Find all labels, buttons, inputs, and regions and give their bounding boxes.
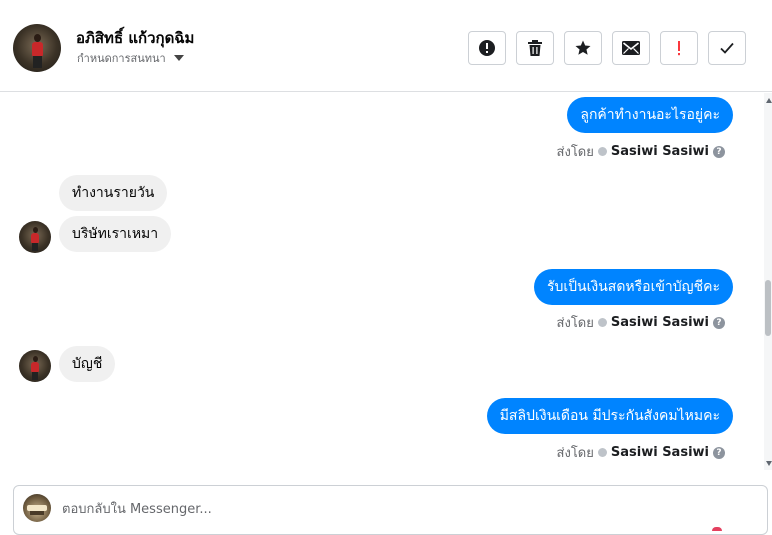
conversation-header: อภิสิทธิ์ แก้วกุดฉิม กำหนดการสนทนา (0, 0, 772, 92)
outgoing-message[interactable]: ลูกค้าทำงานอะไรอยู่คะ (567, 97, 733, 133)
scrollbar-thumb[interactable] (765, 280, 771, 336)
page-avatar (23, 494, 51, 522)
sent-check-icon (597, 318, 607, 327)
contact-avatar[interactable] (13, 24, 61, 72)
incoming-message[interactable]: บัญชี (59, 346, 116, 382)
contact-avatar-small[interactable] (19, 221, 51, 253)
help-icon[interactable]: ? (713, 145, 725, 158)
sender-name[interactable]: Sasiwi Sasiwi (611, 144, 709, 159)
outgoing-message[interactable]: รับเป็นเงินสดหรือเข้าบัญชีคะ (533, 269, 733, 305)
sent-by-info: ส่งโดย Sasiwi Sasiwi ? (557, 141, 725, 162)
mark-unread-button[interactable] (612, 31, 650, 65)
assign-conversation-dropdown[interactable]: กำหนดการสนทนา (77, 49, 184, 67)
sender-name[interactable]: Sasiwi Sasiwi (611, 445, 709, 460)
star-button[interactable] (564, 31, 602, 65)
scroll-down-arrow-icon[interactable] (766, 461, 772, 466)
trash-icon (528, 40, 542, 56)
exclamation-icon (678, 41, 680, 56)
sent-check-icon (597, 147, 607, 156)
help-icon[interactable]: ? (713, 446, 725, 459)
caret-down-icon (173, 55, 184, 61)
sent-check-icon (597, 448, 607, 457)
envelope-icon (622, 41, 640, 55)
outgoing-message[interactable]: มีสลิปเงินเดือน มีประกันสังคมไหมคะ (486, 398, 733, 434)
message-thread: ลูกค้าทำงานอะไรอยู่คะ ส่งโดย Sasiwi Sasi… (0, 93, 764, 470)
checkmark-icon (720, 42, 734, 54)
star-icon (575, 40, 591, 55)
contact-avatar-small[interactable] (19, 350, 51, 382)
sent-by-info: ส่งโดย Sasiwi Sasiwi ? (557, 442, 725, 463)
delete-button[interactable] (516, 31, 554, 65)
reply-composer (13, 485, 768, 535)
incoming-message[interactable]: ทำงานรายวัน (59, 175, 168, 211)
incoming-message[interactable]: บริษัทเราเหมา (59, 216, 172, 252)
sent-by-info: ส่งโดย Sasiwi Sasiwi ? (557, 312, 725, 333)
mark-done-button[interactable] (708, 31, 746, 65)
reply-input[interactable] (62, 499, 702, 519)
sent-by-label: ส่งโดย (556, 145, 594, 160)
contact-name[interactable]: อภิสิทธิ์ แก้วกุดฉิม (76, 26, 194, 50)
assign-conversation-label: กำหนดการสนทนา (77, 52, 166, 65)
follow-up-button[interactable] (660, 31, 698, 65)
like-reaction-icon[interactable] (712, 527, 722, 531)
sender-name[interactable]: Sasiwi Sasiwi (611, 315, 709, 330)
sent-by-label: ส่งโดย (556, 446, 594, 461)
scroll-up-arrow-icon[interactable] (766, 98, 772, 103)
help-icon[interactable]: ? (713, 316, 725, 329)
sent-by-label: ส่งโดย (556, 316, 594, 331)
exclamation-circle-icon (479, 40, 495, 56)
mark-spam-button[interactable] (468, 31, 506, 65)
